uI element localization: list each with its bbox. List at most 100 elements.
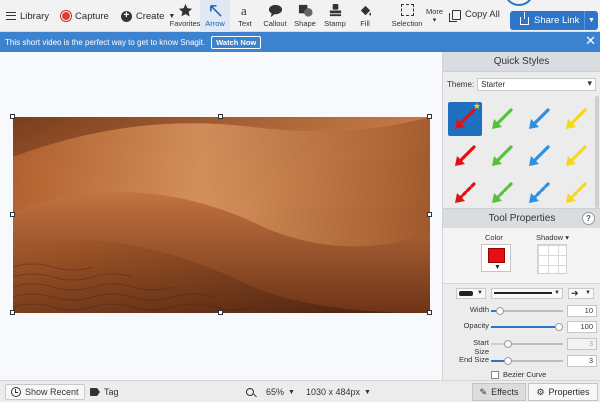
quick-style-swatch[interactable] [522,139,556,173]
color-picker[interactable]: ▼ [481,244,511,272]
quick-style-swatch[interactable] [559,139,592,173]
tool-arrow-label: Arrow [205,19,225,28]
quick-style-swatch[interactable] [522,102,556,136]
resize-handle[interactable] [218,114,223,119]
quick-style-swatch[interactable] [448,139,482,173]
copy-all-button[interactable]: Copy All [449,9,500,22]
share-link-button[interactable]: Share Link ▼ [510,11,598,30]
effects-button[interactable]: ✎ Effects [472,383,526,401]
resize-handle[interactable] [10,310,15,315]
scrollbar[interactable] [595,96,599,208]
arrow-style-icon [455,145,476,166]
zoom-icon [246,388,254,396]
quick-style-swatch[interactable] [559,102,592,136]
gear-icon: ⚙ [536,386,545,397]
slider-track[interactable] [491,307,563,315]
quick-style-swatch[interactable] [559,176,592,208]
arrow-style-icon [529,182,550,203]
show-recent-label: Show Recent [25,387,79,397]
color-swatch [488,248,505,263]
svg-text:a: a [240,3,246,18]
quick-style-swatch[interactable] [448,176,482,208]
tool-callout[interactable]: Callout [260,0,290,32]
resize-handle[interactable] [427,310,432,315]
slider-track[interactable] [491,340,563,348]
properties-label: Properties [548,387,590,397]
tool-text[interactable]: a Text [230,0,260,32]
copy-icon [449,9,461,22]
resize-handle[interactable] [10,114,15,119]
share-link-label: Share Link [534,15,580,26]
checkbox[interactable] [491,370,499,379]
share-dropdown-button[interactable]: ▼ [584,11,598,30]
more-button[interactable]: More ▾ [426,7,443,24]
quick-styles-title: Quick Styles [443,52,600,72]
resize-handle[interactable] [427,212,432,217]
slider-row: Opacity 100 [443,321,600,333]
slider-thumb[interactable] [504,340,512,348]
stamp-icon [329,3,341,17]
color-shadow-area: Color ▼ Shadow ▾ [443,228,600,284]
resize-handle[interactable] [218,310,223,315]
show-recent-button[interactable]: Show Recent [5,384,85,400]
bezier-curve-checkbox[interactable]: Bezier Curve [491,370,546,379]
chevron-down-icon: ▼ [588,17,595,24]
resize-handle[interactable] [10,212,15,217]
close-icon[interactable]: ✕ [585,34,596,48]
selection-icon [400,4,414,16]
capture-button[interactable]: Capture [55,4,115,28]
line-style-dropdown[interactable]: ▼ [491,287,563,299]
slider-value-input[interactable]: 100 [567,321,597,333]
favorite-star-icon: ★ [472,102,481,111]
editor-canvas[interactable] [0,52,442,380]
dimensions-dropdown[interactable]: 1030 x 484px ▼ [306,384,371,400]
quick-style-swatch[interactable] [485,176,519,208]
properties-button[interactable]: ⚙ Properties [528,383,598,401]
end-cap-dropdown[interactable]: ➜ ▼ [568,287,594,299]
effects-label: Effects [491,387,519,397]
tool-arrow[interactable]: Arrow [200,0,230,32]
record-icon [61,11,72,21]
shadow-picker[interactable] [537,244,567,274]
tag-button[interactable]: Tag [90,384,119,400]
slider-value-input[interactable]: 10 [567,305,597,317]
slider-value-input[interactable]: 3 [567,338,597,350]
share-icon [520,11,529,25]
tool-shape[interactable]: Shape [290,0,320,32]
slider-row: Width 10 [443,305,600,317]
start-cap-dropdown[interactable]: ▼ [456,287,486,299]
chevron-down-icon: ▼ [585,290,591,296]
slider-value-input[interactable]: 3 [567,355,597,367]
slider-thumb[interactable] [504,357,512,365]
slider-track[interactable] [491,323,563,331]
line-style-row: ▼ ▼ ➜ ▼ [456,287,596,299]
library-button[interactable]: Library [0,4,55,28]
main-toolbar: Library Capture + Create ▼ Favorites Arr… [0,0,600,32]
quick-style-swatch[interactable] [485,102,519,136]
slider-track[interactable] [491,357,563,365]
tool-fill[interactable]: Fill [350,0,380,32]
desert-image[interactable] [13,117,430,313]
share-link-main[interactable]: Share Link [510,11,584,26]
plus-icon: + [120,10,132,22]
watch-now-button[interactable]: Watch Now [211,35,262,49]
slider-thumb[interactable] [555,323,563,331]
tool-selection[interactable]: Selection [390,0,424,32]
tool-favorites[interactable]: Favorites [170,0,200,32]
resize-handle[interactable] [427,114,432,119]
help-icon[interactable]: ? [582,212,595,225]
theme-label: Theme: [447,80,475,89]
quick-style-swatch[interactable] [485,139,519,173]
effects-icon: ✎ [479,386,488,397]
capture-label: Capture [75,10,109,22]
tool-properties-header: Tool Properties ? [443,208,600,228]
quick-style-swatch[interactable] [522,176,556,208]
slider-thumb[interactable] [496,307,504,315]
zoom-dropdown[interactable]: 65% ▼ [246,384,295,400]
fill-icon [360,5,371,16]
star-icon [178,3,192,17]
tool-stamp[interactable]: Stamp [320,0,350,32]
theme-select[interactable]: Starter [477,78,596,91]
quick-style-swatch[interactable]: ★ [448,102,482,136]
banner-text: This short video is the perfect way to g… [5,37,206,47]
